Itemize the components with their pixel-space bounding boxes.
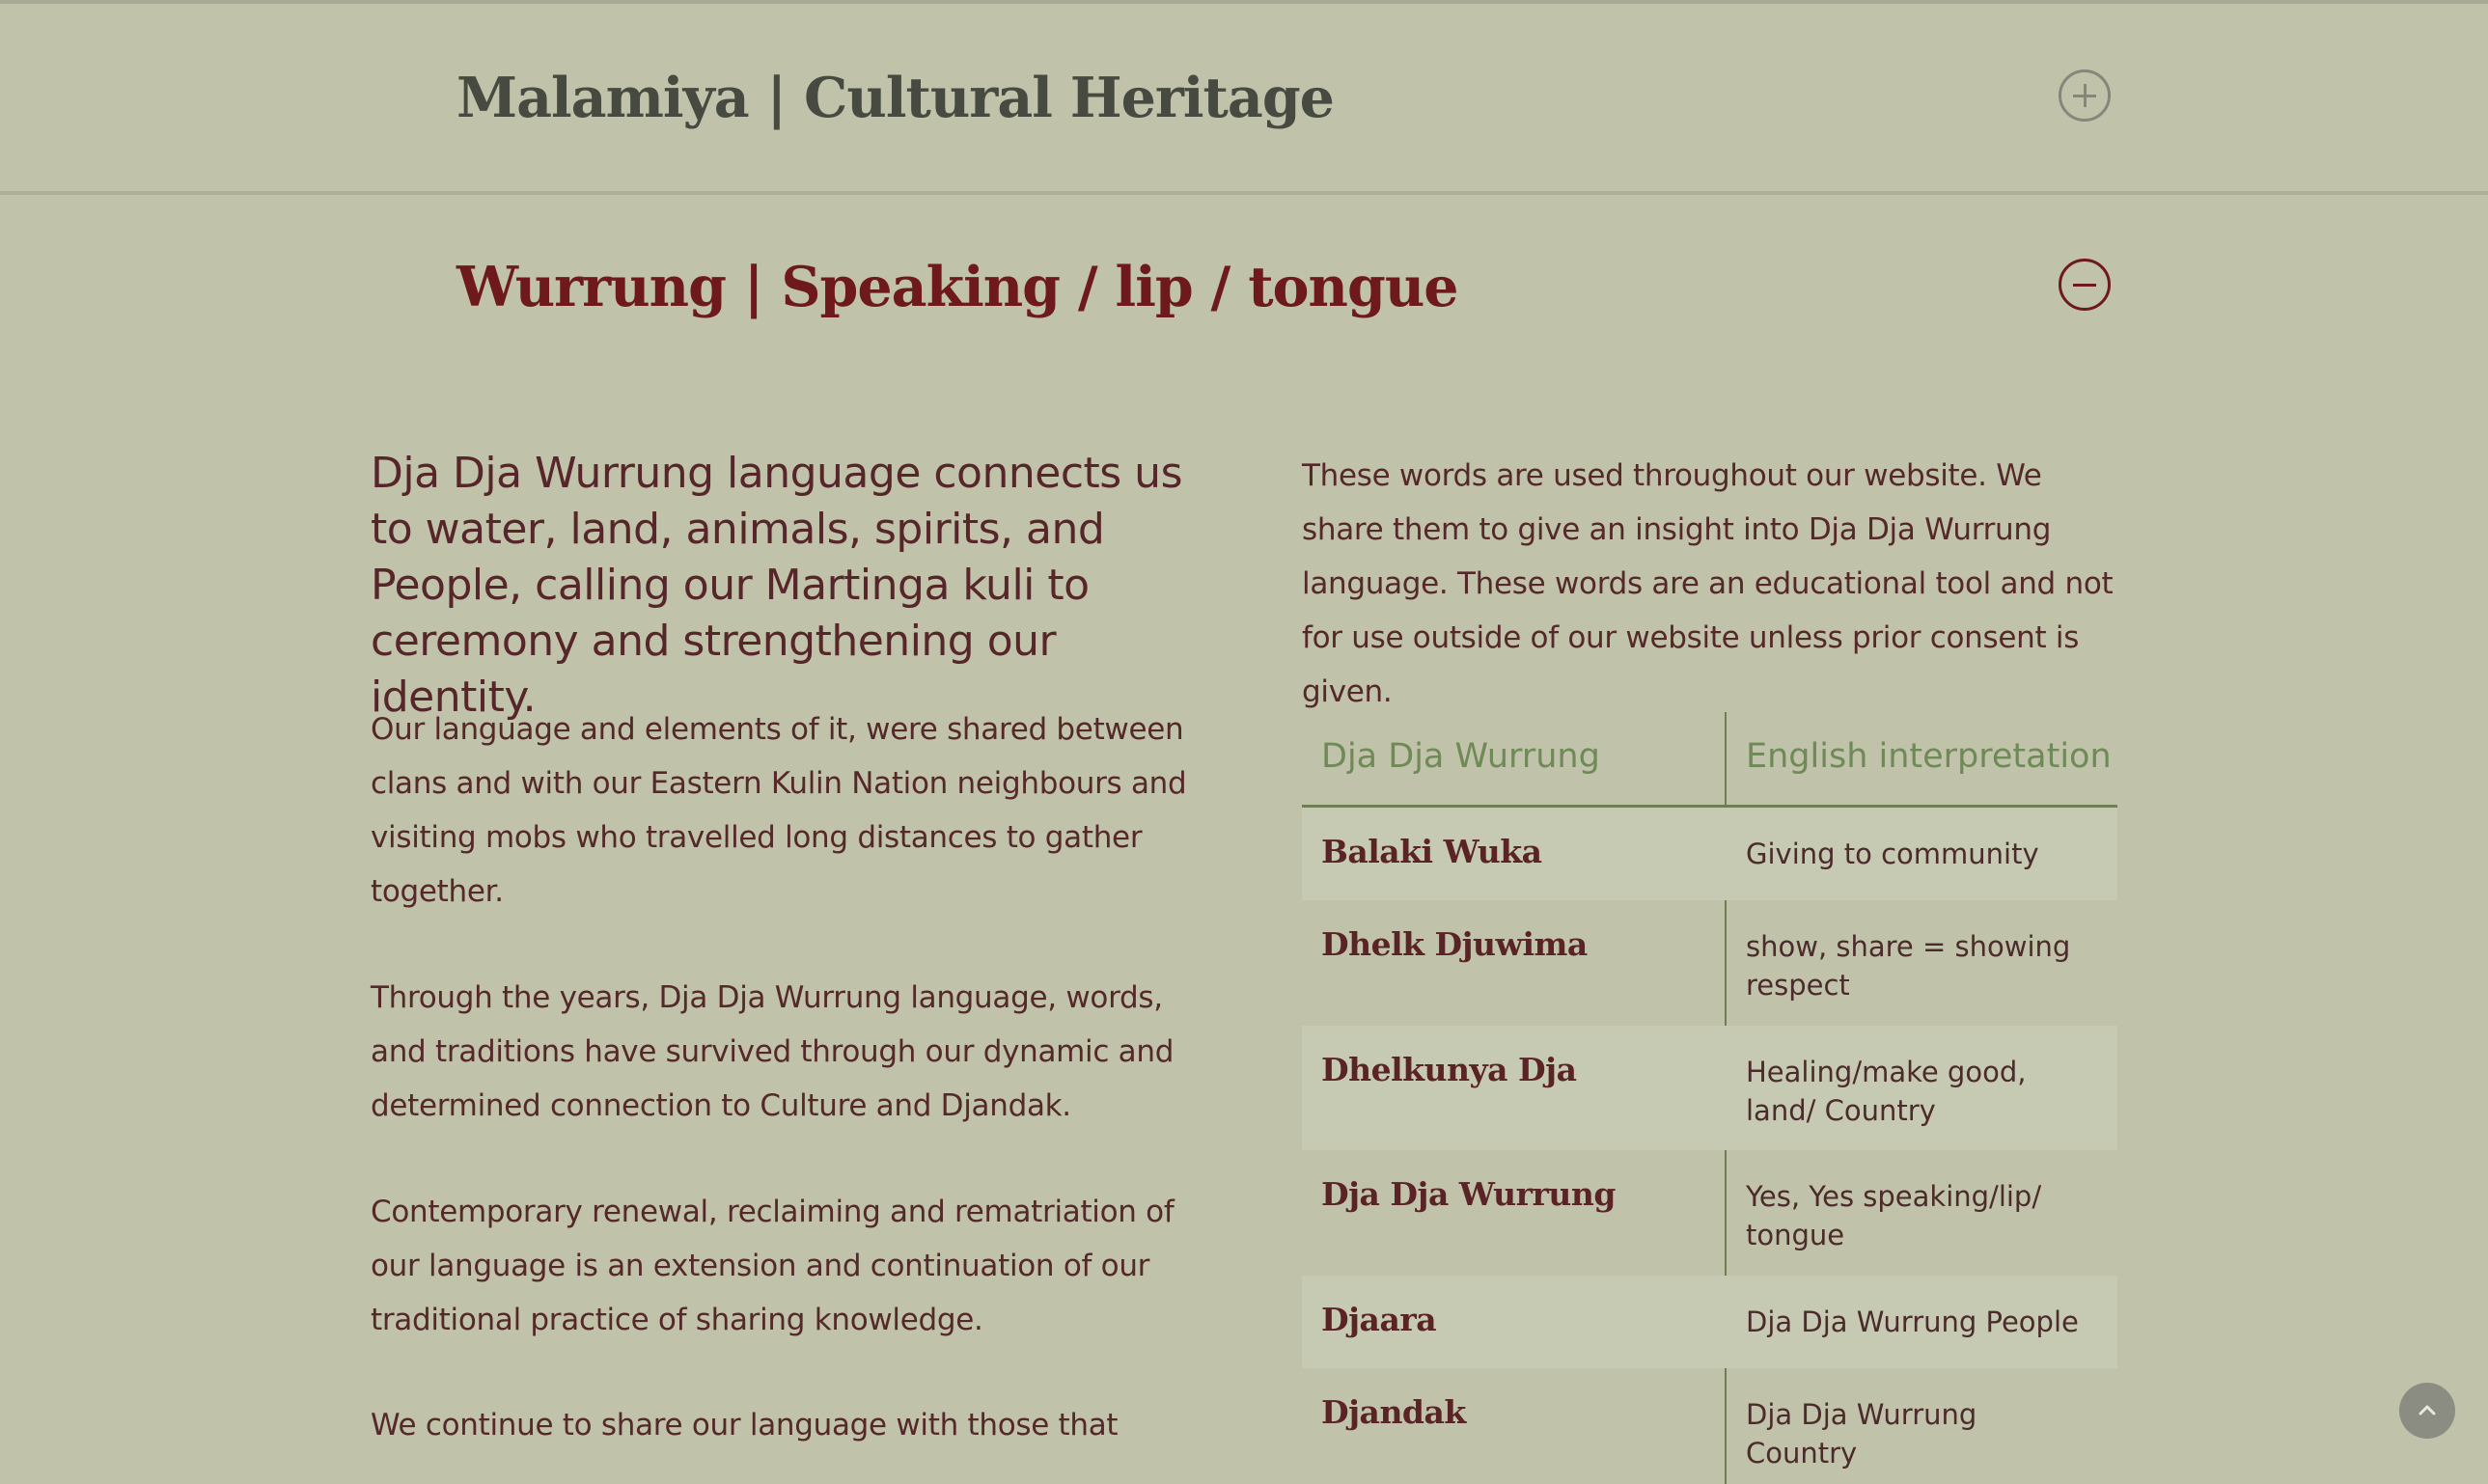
back-to-top-button[interactable] (2399, 1383, 2455, 1439)
term: Balaki Wuka (1321, 833, 1542, 870)
body-paragraph: Our language and elements of it, were sh… (371, 712, 1187, 909)
meaning: Healing/make good, land/ Country (1746, 1056, 2027, 1127)
body-paragraph: We continue to share our language with t… (371, 1408, 1119, 1443)
meaning: Giving to community (1746, 838, 2039, 870)
body-paragraph: Through the years, Dja Dja Wurrung langu… (371, 980, 1175, 1123)
glossary-intro: These words are used throughout our webs… (1302, 458, 2114, 709)
minus-circle-icon[interactable] (2059, 259, 2111, 311)
term: Djandak (1321, 1393, 1466, 1431)
term: Dhelk Djuwima (1321, 925, 1588, 963)
meaning: Dja Dja Wurrung Country (1746, 1398, 1977, 1470)
term: Dhelkunya Dja (1321, 1051, 1577, 1088)
table-row: Dja Dja Wurrung Yes, Yes speaking/lip/ t… (1302, 1150, 2117, 1276)
term: Djaara (1321, 1301, 1437, 1338)
meaning: Dja Dja Wurrung People (1746, 1305, 2079, 1338)
meaning: show, share = showing respect (1746, 930, 2071, 1002)
plus-circle-icon[interactable] (2059, 69, 2111, 122)
accordion-title[interactable]: Malamiya | Cultural Heritage (456, 66, 1335, 130)
term: Dja Dja Wurrung (1321, 1175, 1616, 1213)
chevron-up-icon (2419, 1405, 2436, 1415)
column-header: English interpretation (1746, 737, 2112, 776)
table-row: Djandak Dja Dja Wurrung Country (1302, 1368, 2117, 1470)
glossary-table: Dja Dja Wurrung English interpretation B… (1302, 712, 2117, 1484)
column-header: Dja Dja Wurrung (1321, 737, 1600, 776)
table-row: Djaara Dja Dja Wurrung People (1302, 1276, 2117, 1368)
body-paragraph: Contemporary renewal, reclaiming and rem… (371, 1195, 1175, 1337)
table-header: Dja Dja Wurrung English interpretation (1302, 712, 2117, 808)
accordion-wurrung[interactable]: Wurrung | Speaking / lip / tongue (0, 195, 2488, 369)
accordion-title[interactable]: Wurrung | Speaking / lip / tongue (456, 255, 1459, 319)
meaning: Yes, Yes speaking/lip/ tongue (1746, 1180, 2042, 1251)
table-row: Dhelkunya Dja Healing/make good, land/ C… (1302, 1026, 2117, 1150)
table-row: Dhelk Djuwima show, share = showing resp… (1302, 900, 2117, 1026)
table-row: Balaki Wuka Giving to community (1302, 808, 2117, 900)
lead-paragraph: Dja Dja Wurrung language connects us to … (371, 449, 1183, 722)
accordion-cultural-heritage[interactable]: Malamiya | Cultural Heritage (0, 0, 2488, 193)
